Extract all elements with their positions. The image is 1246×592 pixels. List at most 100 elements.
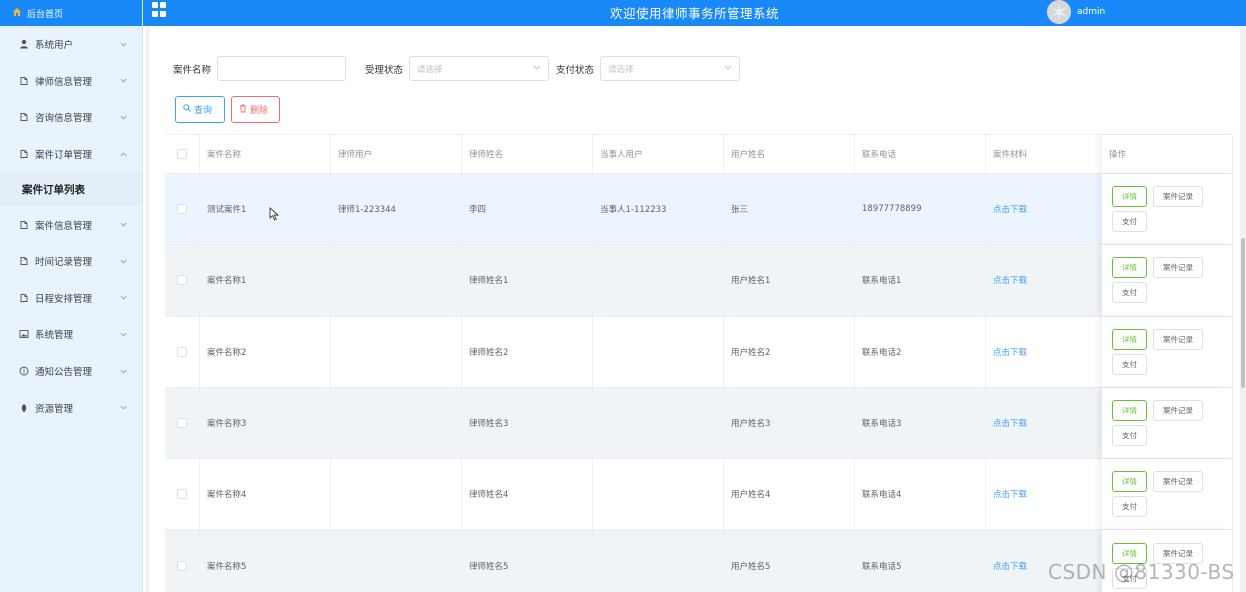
row-checkbox[interactable]: [177, 418, 187, 429]
cell-operations: 详情 案件记录 支付: [1102, 174, 1233, 245]
user-menu[interactable]: admin: [1047, 0, 1105, 24]
cell-user-name: 用户姓名4: [724, 459, 855, 530]
detail-button[interactable]: 详情: [1112, 471, 1147, 493]
pay-status-placeholder: 请选择: [608, 64, 634, 75]
sidebar-item[interactable]: 资源管理: [0, 389, 142, 426]
sidebar-item[interactable]: 日程安排管理: [0, 280, 142, 317]
case-record-button[interactable]: 案件记录: [1153, 471, 1203, 493]
pay-button[interactable]: 支付: [1112, 211, 1147, 233]
download-link[interactable]: 点击下载: [993, 488, 1027, 500]
scrollbar-thumb[interactable]: [1241, 238, 1245, 388]
sidebar-item[interactable]: 咨询信息管理: [0, 99, 142, 136]
status-label: 受理状态: [365, 64, 404, 76]
cell-user-name: 张三: [724, 174, 855, 245]
query-button[interactable]: 查询: [175, 96, 225, 123]
cell-operations: 详情 案件记录 支付: [1102, 459, 1233, 530]
chevron-down-icon: [724, 64, 732, 74]
pay-status-label: 支付状态: [556, 64, 595, 76]
download-link[interactable]: 点击下载: [993, 560, 1027, 572]
chevron-down-icon: [118, 366, 128, 376]
col-header: 操作: [1102, 135, 1233, 173]
chevron-down-icon: [118, 256, 128, 266]
col-header: 律师用户: [331, 135, 462, 173]
doc-icon: [18, 255, 30, 267]
sidebar-item[interactable]: 案件订单管理: [0, 136, 142, 173]
sidebar-item[interactable]: 时间记录管理: [0, 243, 142, 280]
col-header: 联系电话: [855, 135, 986, 173]
cell-client-user: [593, 459, 724, 530]
detail-button[interactable]: 详情: [1112, 328, 1147, 350]
cell-case-name: 案件名称4: [200, 459, 331, 530]
pay-button[interactable]: 支付: [1112, 496, 1147, 518]
cell-phone: 联系电话1: [855, 245, 986, 316]
row-checkbox[interactable]: [177, 560, 187, 571]
cell-lawyer-user: [331, 530, 462, 592]
sidebar-item-label: 律师信息管理: [35, 76, 93, 88]
doc-icon: [18, 148, 30, 160]
table-row[interactable]: 案件名称2 律师姓名2 用户姓名2 联系电话2 点击下载 详情 案件记录 支付: [165, 316, 1233, 388]
cell-lawyer-name: 律师姓名4: [462, 459, 593, 530]
table-row[interactable]: 测试案件1 律师1-223344 李四 当事人1-112233 张三 1897777889…: [165, 174, 1233, 246]
status-select[interactable]: 请选择: [409, 56, 550, 81]
download-link[interactable]: 点击下载: [993, 417, 1027, 429]
delete-button-label: 删除: [250, 106, 269, 116]
sidebar-item[interactable]: 系统用户: [0, 26, 142, 63]
pay-button[interactable]: 支付: [1112, 425, 1147, 447]
chevron-down-icon: [118, 293, 128, 303]
download-link[interactable]: 点击下载: [993, 274, 1027, 286]
cell-operations: 详情 案件记录 支付: [1102, 387, 1233, 459]
detail-button[interactable]: 详情: [1112, 257, 1147, 279]
cell-phone: 联系电话5: [855, 530, 986, 592]
sidebar-home[interactable]: 后台首页: [0, 0, 142, 26]
main-content: 案件名称 受理状态 请选择 支付状态 请选择 查询 删除 案件名称 律师用户 律…: [146, 28, 1241, 592]
row-checkbox[interactable]: [177, 204, 187, 215]
sidebar-item-label: 系统管理: [35, 330, 74, 342]
location-icon: [18, 402, 30, 414]
vertical-scrollbar[interactable]: [1240, 28, 1246, 592]
pay-button[interactable]: 支付: [1112, 282, 1147, 304]
pay-status-select[interactable]: 请选择: [600, 56, 741, 81]
chevron-down-icon: [118, 39, 128, 49]
detail-button[interactable]: 详情: [1112, 186, 1147, 208]
table-row[interactable]: 案件名称3 律师姓名3 用户姓名3 联系电话3 点击下载 详情 案件记录 支付: [165, 387, 1233, 460]
table-row[interactable]: 案件名称1 律师姓名1 用户姓名1 联系电话1 点击下载 详情 案件记录 支付: [165, 245, 1233, 317]
sidebar-item[interactable]: 通知公告管理: [0, 353, 142, 390]
row-checkbox[interactable]: [177, 346, 187, 357]
download-link[interactable]: 点击下载: [993, 203, 1027, 215]
cell-phone: 联系电话4: [855, 459, 986, 530]
col-header: 律师姓名: [462, 135, 593, 173]
cell-client-user: [593, 530, 724, 592]
sidebar-subitem-active[interactable]: 案件订单列表: [0, 172, 142, 207]
status-placeholder: 请选择: [417, 64, 443, 75]
row-checkbox[interactable]: [177, 489, 187, 500]
sidebar-item[interactable]: 系统管理: [0, 316, 142, 353]
cell-case-name: 案件名称1: [200, 245, 331, 316]
cell-user-name: 用户姓名3: [724, 387, 855, 459]
chevron-down-icon: [118, 112, 128, 122]
case-record-button[interactable]: 案件记录: [1153, 400, 1203, 422]
sidebar-item-label: 案件订单管理: [35, 150, 93, 162]
sidebar-item-label: 资源管理: [35, 403, 74, 415]
col-header: 用户姓名: [724, 135, 855, 173]
case-record-button[interactable]: 案件记录: [1153, 186, 1203, 208]
cell-operations: 详情 案件记录 支付: [1102, 316, 1233, 387]
detail-button[interactable]: 详情: [1112, 400, 1147, 422]
cell-client-user: [593, 316, 724, 387]
case-name-input[interactable]: [217, 56, 347, 81]
sidebar-item-label: 案件信息管理: [35, 220, 93, 232]
case-record-button[interactable]: 案件记录: [1153, 257, 1203, 279]
cell-case-name: 案件名称3: [200, 387, 331, 459]
delete-button[interactable]: 删除: [231, 96, 280, 123]
pay-button[interactable]: 支付: [1112, 353, 1147, 375]
sidebar-item[interactable]: 案件信息管理: [0, 206, 142, 243]
select-all-checkbox[interactable]: [177, 149, 187, 159]
download-link[interactable]: 点击下载: [993, 346, 1027, 358]
cell-lawyer-user: [331, 387, 462, 459]
cell-client-user: 当事人1-112233: [593, 174, 724, 245]
cell-client-user: [593, 387, 724, 459]
row-checkbox[interactable]: [177, 275, 187, 286]
table-row[interactable]: 案件名称4 律师姓名4 用户姓名4 联系电话4 点击下载 详情 案件记录 支付: [165, 459, 1233, 531]
case-record-button[interactable]: 案件记录: [1153, 328, 1203, 350]
col-header: 案件名称: [200, 135, 331, 173]
sidebar-item[interactable]: 律师信息管理: [0, 63, 142, 100]
